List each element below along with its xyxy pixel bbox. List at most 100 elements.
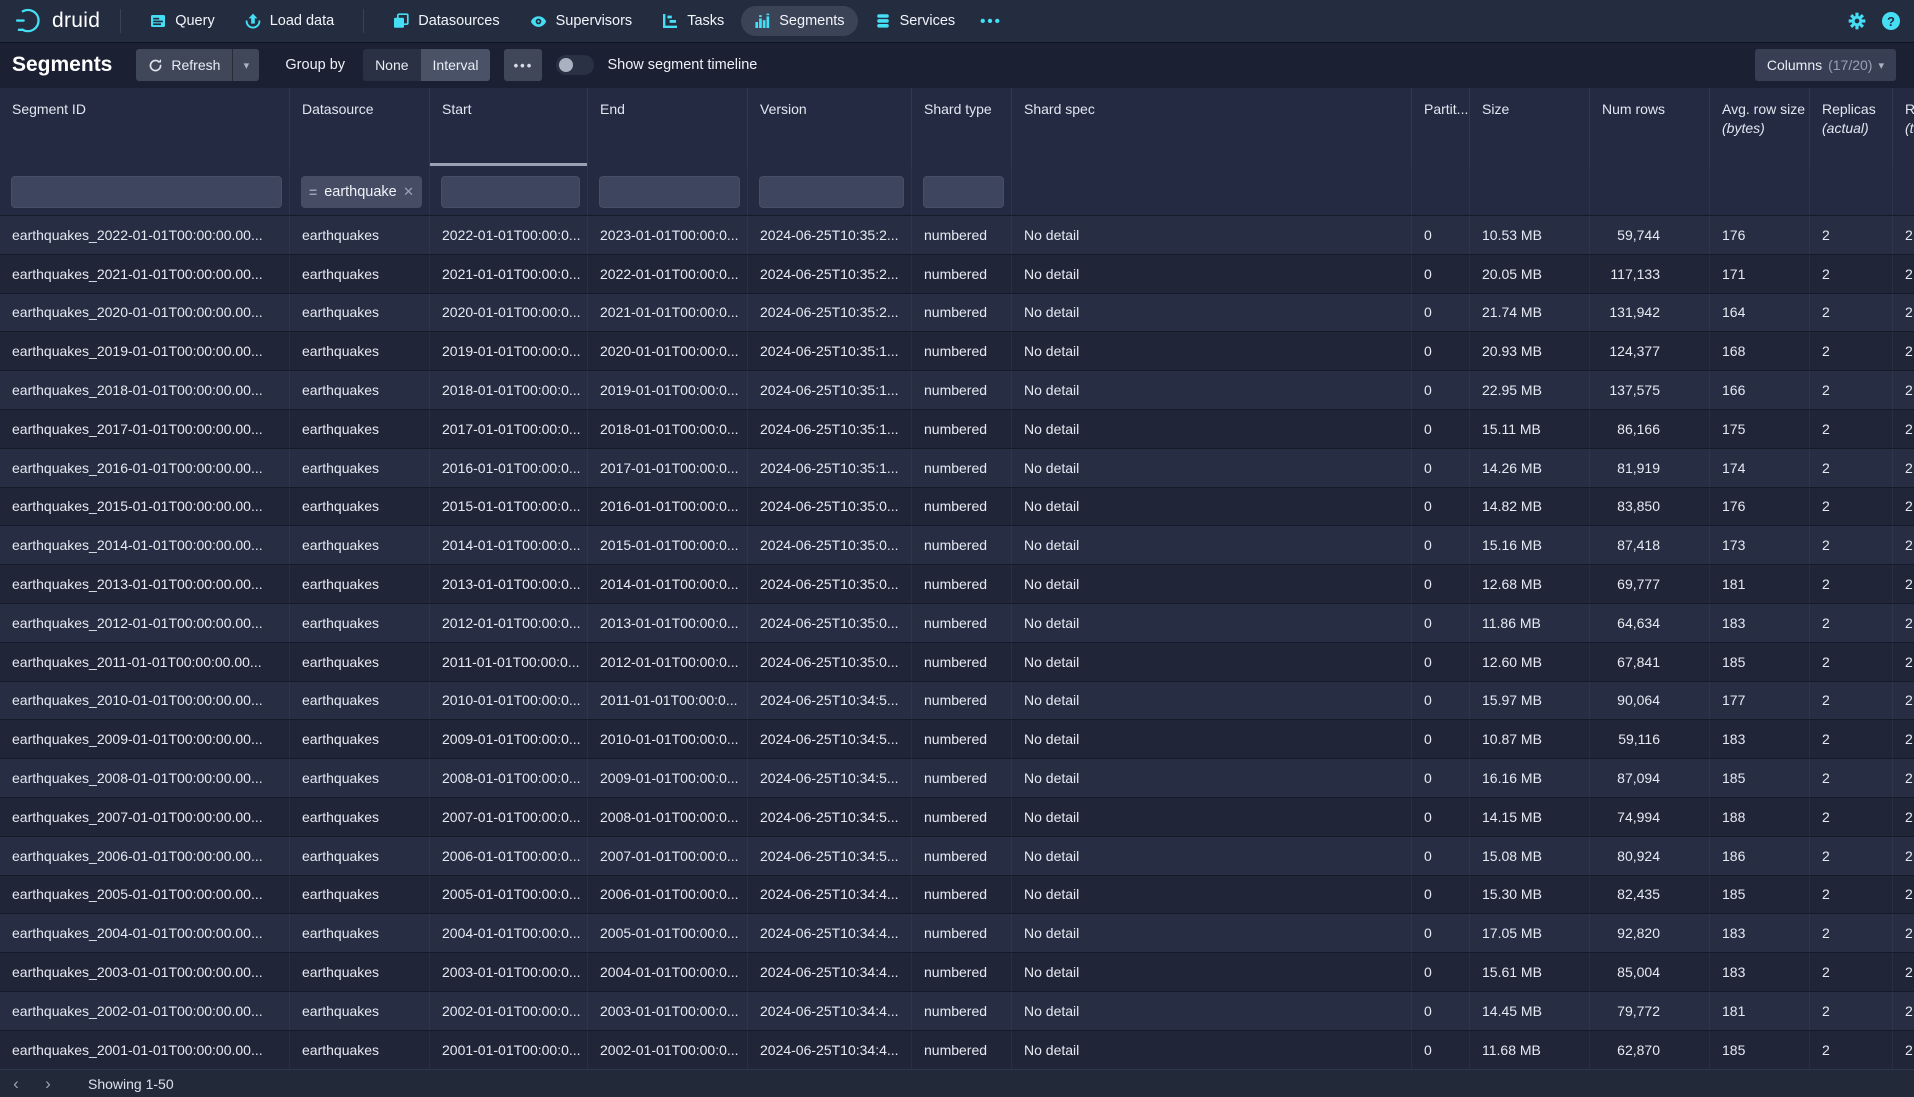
cell-size: 12.60 MB — [1470, 643, 1590, 681]
table-row[interactable]: earthquakes_2010-01-01T00:00:00.00... ea… — [0, 682, 1914, 721]
druid-logo[interactable]: druid — [14, 6, 100, 36]
column-header-shard-type[interactable]: Shard type — [912, 88, 1012, 166]
cell-num-rows: 90,064 — [1590, 682, 1710, 720]
end-filter-input[interactable] — [599, 176, 740, 208]
column-header-datasource[interactable]: Datasource — [290, 88, 430, 166]
cell-end: 2010-01-01T00:00:0... — [588, 720, 748, 758]
cell-partition: 0 — [1412, 798, 1470, 836]
table-row[interactable]: earthquakes_2017-01-01T00:00:00.00... ea… — [0, 410, 1914, 449]
cell-start: 2021-01-01T00:00:0... — [430, 255, 588, 293]
cell-num-rows: 131,942 — [1590, 294, 1710, 332]
column-header-replication-factor[interactable]: Replication factor (target) — [1893, 88, 1914, 166]
table-row[interactable]: earthquakes_2015-01-01T00:00:00.00... ea… — [0, 488, 1914, 527]
column-header-partition[interactable]: Partit... — [1412, 88, 1470, 166]
table-row[interactable]: earthquakes_2008-01-01T00:00:00.00... ea… — [0, 759, 1914, 798]
cell-replication-factor: 2 — [1893, 332, 1914, 370]
cell-version: 2024-06-25T10:35:1... — [748, 332, 912, 370]
column-header-start[interactable]: Start — [430, 88, 588, 166]
cell-size: 15.30 MB — [1470, 876, 1590, 914]
group-by-segmented-control: None Interval — [363, 49, 490, 81]
cell-version: 2024-06-25T10:34:4... — [748, 992, 912, 1030]
column-header-replicas[interactable]: Replicas (actual) — [1810, 88, 1893, 166]
table-row[interactable]: earthquakes_2004-01-01T00:00:00.00... ea… — [0, 914, 1914, 953]
navbar-divider — [363, 9, 364, 33]
segment-id-filter-input[interactable] — [11, 176, 282, 208]
nav-more-button[interactable]: ••• — [972, 6, 1010, 37]
table-row[interactable]: earthquakes_2016-01-01T00:00:00.00... ea… — [0, 449, 1914, 488]
cell-replication-factor: 2 — [1893, 759, 1914, 797]
filter-cell-size — [1470, 166, 1590, 215]
table-row[interactable]: earthquakes_2022-01-01T00:00:00.00... ea… — [0, 216, 1914, 255]
table-row[interactable]: earthquakes_2003-01-01T00:00:00.00... ea… — [0, 953, 1914, 992]
group-by-interval-button[interactable]: Interval — [421, 49, 491, 81]
cell-shard-type: numbered — [912, 216, 1012, 254]
nav-item-query[interactable]: Query — [137, 6, 228, 36]
nav-item-segments[interactable]: Segments — [741, 6, 857, 36]
table-row[interactable]: earthquakes_2001-01-01T00:00:00.00... ea… — [0, 1031, 1914, 1069]
table-row[interactable]: earthquakes_2014-01-01T00:00:00.00... ea… — [0, 526, 1914, 565]
nav-item-datasources[interactable]: Datasources — [380, 6, 512, 36]
cell-avg-row-size: 177 — [1710, 682, 1810, 720]
cell-segment-id: earthquakes_2008-01-01T00:00:00.00... — [0, 759, 290, 797]
refresh-dropdown-button[interactable]: ▾ — [232, 49, 259, 81]
table-row[interactable]: earthquakes_2011-01-01T00:00:00.00... ea… — [0, 643, 1914, 682]
close-icon[interactable]: ✕ — [403, 184, 414, 200]
nav-item-label: Services — [900, 13, 956, 29]
cell-end: 2011-01-01T00:00:0... — [588, 682, 748, 720]
cell-replication-factor: 2 — [1893, 410, 1914, 448]
table-row[interactable]: earthquakes_2006-01-01T00:00:00.00... ea… — [0, 837, 1914, 876]
cell-shard-spec: No detail — [1012, 216, 1412, 254]
column-header-num-rows[interactable]: Num rows — [1590, 88, 1710, 166]
columns-button[interactable]: Columns (17/20) ▾ — [1755, 49, 1896, 81]
table-row[interactable]: earthquakes_2018-01-01T00:00:00.00... ea… — [0, 371, 1914, 410]
column-header-size[interactable]: Size — [1470, 88, 1590, 166]
refresh-button[interactable]: Refresh — [136, 49, 232, 81]
cell-num-rows: 83,850 — [1590, 488, 1710, 526]
table-row[interactable]: earthquakes_2002-01-01T00:00:00.00... ea… — [0, 992, 1914, 1031]
nav-item-supervisors[interactable]: Supervisors — [517, 6, 646, 37]
cell-end: 2019-01-01T00:00:0... — [588, 371, 748, 409]
table-row[interactable]: earthquakes_2009-01-01T00:00:00.00... ea… — [0, 720, 1914, 759]
shard-type-filter-input[interactable] — [923, 176, 1004, 208]
chevron-right-icon: › — [45, 1074, 51, 1093]
table-row[interactable]: earthquakes_2012-01-01T00:00:00.00... ea… — [0, 604, 1914, 643]
cell-shard-spec: No detail — [1012, 992, 1412, 1030]
cell-segment-id: earthquakes_2001-01-01T00:00:00.00... — [0, 1031, 290, 1069]
nav-item-services[interactable]: Services — [862, 6, 969, 36]
cell-end: 2021-01-01T00:00:0... — [588, 294, 748, 332]
refresh-icon — [148, 58, 163, 73]
column-header-avg-row-size[interactable]: Avg. row size (bytes) — [1710, 88, 1810, 166]
cell-shard-type: numbered — [912, 1031, 1012, 1069]
table-row[interactable]: earthquakes_2005-01-01T00:00:00.00... ea… — [0, 876, 1914, 915]
previous-page-button[interactable]: ‹ — [0, 1070, 32, 1097]
help-button[interactable]: ? — [1882, 12, 1900, 30]
table-row[interactable]: earthquakes_2007-01-01T00:00:00.00... ea… — [0, 798, 1914, 837]
cell-num-rows: 82,435 — [1590, 876, 1710, 914]
cell-shard-spec: No detail — [1012, 798, 1412, 836]
table-row[interactable]: earthquakes_2019-01-01T00:00:00.00... ea… — [0, 332, 1914, 371]
table-row[interactable]: earthquakes_2020-01-01T00:00:00.00... ea… — [0, 294, 1914, 333]
datasource-filter-chip[interactable]: = earthquakes ✕ — [301, 176, 422, 208]
more-actions-button[interactable]: ••• — [504, 49, 542, 81]
group-by-none-button[interactable]: None — [363, 49, 420, 81]
next-page-button[interactable]: › — [32, 1070, 64, 1097]
table-row[interactable]: earthquakes_2021-01-01T00:00:00.00... ea… — [0, 255, 1914, 294]
settings-gear-button[interactable] — [1848, 12, 1866, 30]
cell-segment-id: earthquakes_2003-01-01T00:00:00.00... — [0, 953, 290, 991]
version-filter-input[interactable] — [759, 176, 904, 208]
column-header-segment-id[interactable]: Segment ID — [0, 88, 290, 166]
eye-icon — [530, 13, 547, 30]
equals-icon: = — [309, 184, 317, 200]
table-row[interactable]: earthquakes_2013-01-01T00:00:00.00... ea… — [0, 565, 1914, 604]
cell-size: 14.45 MB — [1470, 992, 1590, 1030]
column-header-version[interactable]: Version — [748, 88, 912, 166]
start-filter-input[interactable] — [441, 176, 580, 208]
segment-timeline-toggle[interactable] — [556, 55, 594, 75]
cell-shard-type: numbered — [912, 643, 1012, 681]
nav-item-tasks[interactable]: Tasks — [649, 6, 737, 36]
column-header-end[interactable]: End — [588, 88, 748, 166]
cell-shard-spec: No detail — [1012, 449, 1412, 487]
cell-avg-row-size: 185 — [1710, 643, 1810, 681]
column-header-shard-spec[interactable]: Shard spec — [1012, 88, 1412, 166]
nav-item-load-data[interactable]: Load data — [232, 6, 348, 36]
